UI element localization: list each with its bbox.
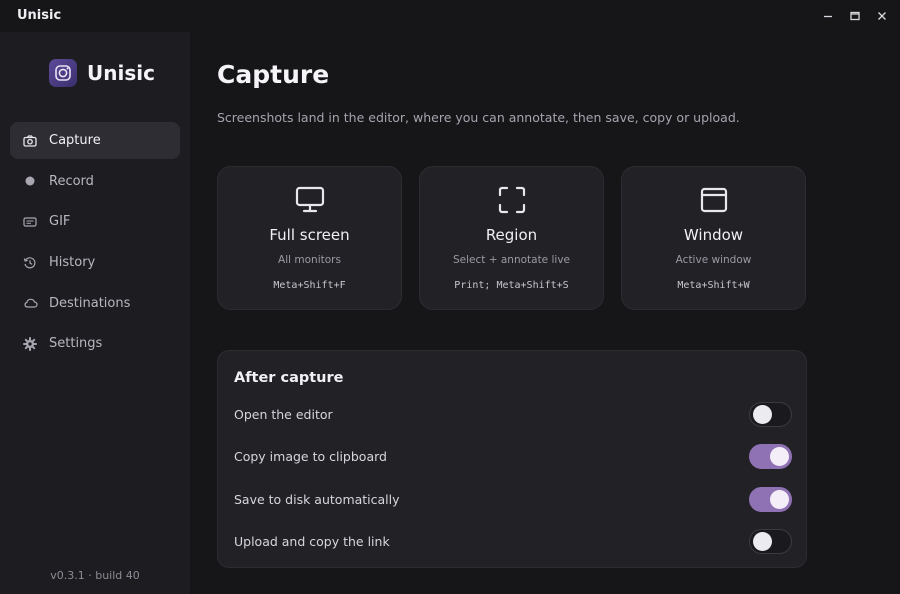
card-description: All monitors xyxy=(278,254,341,266)
toggle-knob xyxy=(753,404,772,424)
gear-icon xyxy=(22,336,38,352)
sidebar-item-label: History xyxy=(49,255,96,271)
card-description: Active window xyxy=(675,254,752,266)
copy-clipboard-toggle[interactable] xyxy=(749,443,792,469)
sidebar-item-label: Capture xyxy=(49,133,101,148)
history-icon xyxy=(22,255,38,271)
sidebar-item-record[interactable]: Record xyxy=(10,163,180,200)
card-title: Window xyxy=(683,226,744,244)
card-shortcut: Meta+Shift+F xyxy=(273,280,346,291)
brand-name: Unisic xyxy=(87,61,155,85)
upload-link-toggle[interactable] xyxy=(749,528,792,554)
open-editor-toggle[interactable] xyxy=(749,401,792,427)
maximize-button[interactable] xyxy=(845,6,865,26)
option-copy-clipboard: Copy image to clipboard xyxy=(234,442,792,470)
sidebar-item-settings[interactable]: Settings xyxy=(10,325,180,362)
capture-card-full-screen[interactable]: Full screen All monitors Meta+Shift+F xyxy=(217,166,402,310)
region-select-icon xyxy=(420,185,603,215)
toggle-knob xyxy=(770,446,789,466)
after-capture-panel: After capture Open the editor Copy image… xyxy=(217,350,807,568)
option-label: Copy image to clipboard xyxy=(234,448,387,464)
capture-card-window[interactable]: Window Active window Meta+Shift+W xyxy=(621,166,806,310)
page-subtitle: Screenshots land in the editor, where yo… xyxy=(217,110,740,125)
card-description: Select + annotate live xyxy=(452,254,570,266)
sidebar: Unisic Capture Record GIF History Destin… xyxy=(0,32,190,594)
window-icon xyxy=(622,185,805,215)
minimize-button[interactable] xyxy=(818,6,838,26)
minimize-icon xyxy=(824,15,832,18)
option-save-disk: Save to disk automatically xyxy=(234,485,792,513)
gif-icon xyxy=(22,214,38,230)
close-icon xyxy=(878,12,886,20)
after-capture-title: After capture xyxy=(234,370,344,386)
option-open-editor: Open the editor xyxy=(234,400,792,428)
option-label: Save to disk automatically xyxy=(234,491,400,507)
version-label: v0.3.1 · build 40 xyxy=(50,569,140,582)
sidebar-item-gif[interactable]: GIF xyxy=(10,203,180,240)
capture-card-region[interactable]: Region Select + annotate live Print; Met… xyxy=(419,166,604,310)
card-title: Region xyxy=(485,226,538,244)
card-shortcut: Meta+Shift+W xyxy=(677,280,750,291)
sidebar-item-capture[interactable]: Capture xyxy=(10,122,180,159)
sidebar-item-label: Destinations xyxy=(49,295,131,311)
sidebar-item-label: Settings xyxy=(49,336,103,352)
sidebar-item-destinations[interactable]: Destinations xyxy=(10,285,180,322)
cloud-icon xyxy=(22,295,38,311)
window-title: Unisic xyxy=(17,8,62,23)
main-content: Capture Screenshots land in the editor, … xyxy=(190,32,900,594)
camera-icon xyxy=(22,133,38,149)
card-shortcut: Print; Meta+Shift+S xyxy=(454,280,569,291)
toggle-knob xyxy=(753,531,772,551)
brand: Unisic xyxy=(49,59,155,87)
title-bar: Unisic xyxy=(0,0,900,32)
maximize-icon xyxy=(850,11,860,21)
option-upload-link: Upload and copy the link xyxy=(234,527,792,555)
card-title: Full screen xyxy=(269,226,350,244)
sidebar-item-label: GIF xyxy=(49,214,71,230)
monitor-icon xyxy=(218,185,401,215)
sidebar-item-label: Record xyxy=(49,173,94,189)
save-disk-toggle[interactable] xyxy=(749,486,792,512)
close-button[interactable] xyxy=(872,6,892,26)
app-logo-icon xyxy=(49,59,77,87)
sidebar-nav: Capture Record GIF History Destinations xyxy=(10,122,180,366)
page-title: Capture xyxy=(217,60,330,89)
sidebar-item-history[interactable]: History xyxy=(10,244,180,281)
toggle-knob xyxy=(770,489,789,509)
record-dot-icon xyxy=(22,173,38,189)
option-label: Open the editor xyxy=(234,406,333,422)
option-label: Upload and copy the link xyxy=(234,533,390,549)
